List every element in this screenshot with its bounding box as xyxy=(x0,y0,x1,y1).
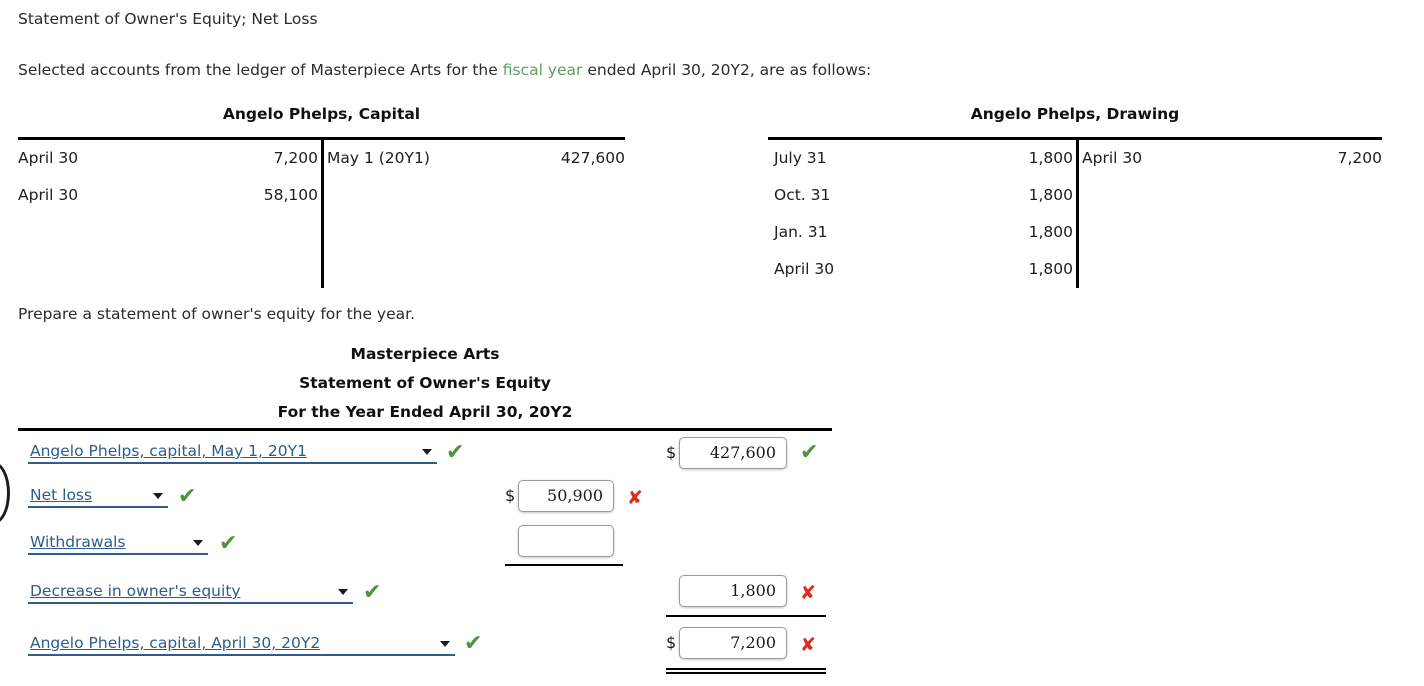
statement-title: Statement of Owner's Equity xyxy=(299,374,551,392)
t-account-debit-amount: 1,800 xyxy=(1028,223,1073,241)
t-account-debit-amount: 1,800 xyxy=(1028,149,1073,167)
amount-input-row-4-col-3[interactable]: 1,800 xyxy=(679,575,787,607)
account-select-value: Net loss xyxy=(30,486,93,504)
account-select-row-5[interactable]: Angelo Phelps, capital, April 30, 20Y2 xyxy=(28,632,455,656)
status-cross-icon-row-5-amount: ✘ xyxy=(800,634,816,656)
t-account-credit-date: May 1 (20Y1) xyxy=(327,149,430,167)
t-account-title: Angelo Phelps, Drawing xyxy=(970,105,1180,123)
subtotal-rule-col-2 xyxy=(505,564,623,566)
t-account-credit-amount: 7,200 xyxy=(1337,149,1382,167)
account-select-row-4[interactable]: Decrease in owner's equity xyxy=(28,580,353,604)
account-select-value: Decrease in owner's equity xyxy=(30,582,241,600)
status-check-icon-row-1-amount: ✔ xyxy=(800,440,819,465)
intro-text-after: ended April 30, 20Y2, are as follows: xyxy=(582,61,872,79)
glossary-link-fiscal-year[interactable]: fiscal year xyxy=(503,61,583,79)
t-account-debit-amount: 58,100 xyxy=(263,186,318,204)
chevron-down-icon xyxy=(422,449,432,455)
status-cross-icon-row-2-amount: ✘ xyxy=(627,487,643,509)
t-account-debit-date: Oct. 31 xyxy=(774,186,831,204)
account-select-value: Angelo Phelps, capital, May 1, 20Y1 xyxy=(30,442,307,460)
statement-company-name: Masterpiece Arts xyxy=(350,345,500,363)
t-account-credit-date: April 30 xyxy=(1082,149,1143,167)
account-select-row-3[interactable]: Withdrawals xyxy=(28,531,208,555)
annotation-circle xyxy=(0,462,10,524)
t-account-top-rule xyxy=(768,137,1382,140)
amount-input-row-5-col-3[interactable]: 7,200 xyxy=(679,627,787,659)
t-account-debit-date: April 30 xyxy=(774,260,835,278)
currency-symbol-row-5: $ xyxy=(666,633,677,652)
intro-sentence: Selected accounts from the ledger of Mas… xyxy=(18,61,871,79)
status-cross-icon-row-4-amount: ✘ xyxy=(800,582,816,604)
status-check-icon-row-2-label: ✔ xyxy=(178,484,197,509)
statement-period: For the Year Ended April 30, 20Y2 xyxy=(277,403,573,421)
t-account-debit-amount: 7,200 xyxy=(273,149,318,167)
t-account-title: Angelo Phelps, Capital xyxy=(222,105,421,123)
account-select-value: Angelo Phelps, capital, April 30, 20Y2 xyxy=(30,634,321,652)
t-account-debit-date: July 31 xyxy=(774,149,827,167)
task-instruction: Prepare a statement of owner's equity fo… xyxy=(18,305,416,323)
status-check-icon-row-1-label: ✔ xyxy=(446,440,465,465)
chevron-down-icon xyxy=(153,493,163,499)
amount-input-row-3-col-2[interactable] xyxy=(518,525,614,557)
amount-input-row-2-col-2[interactable]: 50,900 xyxy=(518,480,614,512)
t-account-debit-date: Jan. 31 xyxy=(774,223,828,241)
t-account-center-divider xyxy=(321,137,324,288)
t-account-credit-amount: 427,600 xyxy=(560,149,625,167)
account-select-row-2[interactable]: Net loss xyxy=(28,484,168,508)
account-select-value: Withdrawals xyxy=(30,533,126,551)
status-check-icon-row-4-label: ✔ xyxy=(363,580,382,605)
chevron-down-icon xyxy=(193,540,203,546)
subtotal-rule-col-3 xyxy=(666,615,826,617)
chevron-down-icon xyxy=(338,589,348,595)
currency-symbol-row-2: $ xyxy=(505,486,516,505)
account-select-row-1[interactable]: Angelo Phelps, capital, May 1, 20Y1 xyxy=(28,440,437,464)
intro-text-before: Selected accounts from the ledger of Mas… xyxy=(18,61,503,79)
t-account-debit-amount: 1,800 xyxy=(1028,260,1073,278)
t-account-debit-date: April 30 xyxy=(18,186,79,204)
t-account-debit-date: April 30 xyxy=(18,149,79,167)
grand-total-double-rule xyxy=(666,668,826,674)
chevron-down-icon xyxy=(440,641,450,647)
status-check-icon-row-3-label: ✔ xyxy=(219,531,238,556)
t-account-debit-amount: 1,800 xyxy=(1028,186,1073,204)
status-check-icon-row-5-label: ✔ xyxy=(464,631,483,656)
currency-symbol-row-1: $ xyxy=(666,443,677,462)
amount-input-row-1-col-3[interactable]: 427,600 xyxy=(679,437,787,469)
page-title: Statement of Owner's Equity; Net Loss xyxy=(18,10,318,28)
t-account-center-divider xyxy=(1076,137,1079,288)
statement-header-rule xyxy=(18,428,832,431)
